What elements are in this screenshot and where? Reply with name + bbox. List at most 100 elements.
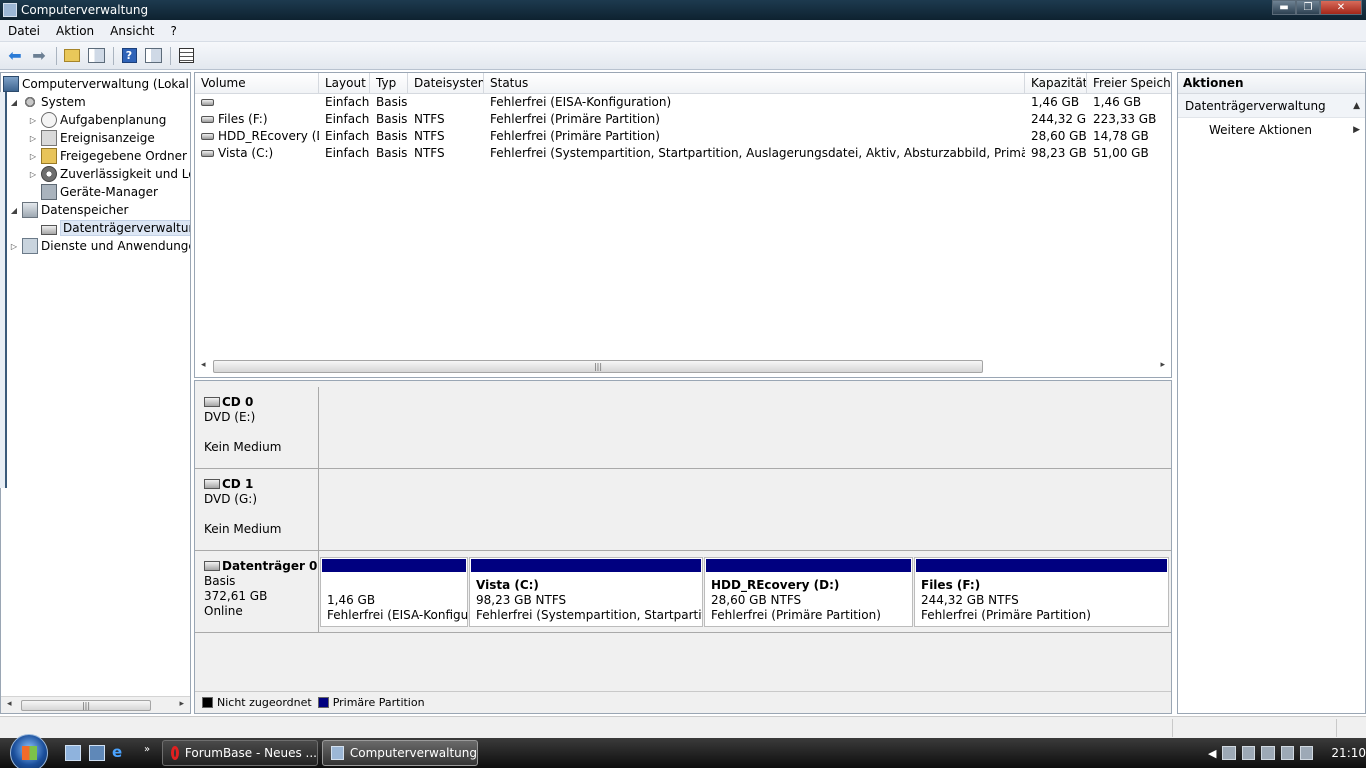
menu-help[interactable]: ? (162, 20, 184, 42)
table-row[interactable]: HDD_REcovery (D:) Einfach Basis NTFS Feh… (195, 128, 1171, 145)
column-header-dateisystem[interactable]: Dateisystem (408, 73, 484, 94)
collapse-icon[interactable]: ◢ (9, 98, 19, 107)
action-weitere-aktionen[interactable]: Weitere Aktionen ▶ (1178, 118, 1365, 142)
start-button[interactable] (10, 734, 48, 768)
column-header-typ[interactable]: Typ (370, 73, 408, 94)
show-hide-tree-button[interactable] (85, 45, 107, 67)
column-header-status[interactable]: Status (484, 73, 1025, 94)
switch-windows-icon[interactable] (89, 745, 105, 761)
column-header-layout[interactable]: Layout (319, 73, 370, 94)
show-desktop-icon[interactable] (65, 745, 81, 761)
disk-row-cd1[interactable]: CD 1 DVD (G:) Kein Medium (195, 469, 1171, 551)
tree-item-system[interactable]: ◢ System (9, 93, 86, 111)
scrollbar-thumb[interactable]: ||| (21, 700, 151, 711)
quicklaunch-more-icon[interactable]: » (144, 744, 160, 760)
scroll-left-icon[interactable]: ◂ (7, 699, 12, 709)
scroll-right-icon[interactable]: ▸ (1160, 360, 1165, 370)
power-icon[interactable] (1261, 746, 1275, 760)
volume-status: Fehlerfrei (EISA-Konfiguration) (490, 95, 672, 109)
internet-explorer-icon[interactable]: e (112, 743, 128, 761)
partition-files[interactable]: Files (F:) 244,32 GB NTFS Fehlerfrei (Pr… (914, 557, 1169, 627)
tree-item-ereignisanzeige[interactable]: ▷ Ereignisanzeige (28, 129, 155, 147)
scrollbar-thumb[interactable]: ||| (213, 360, 983, 373)
disk-info-line (204, 425, 318, 440)
tree-item-aufgabenplanung[interactable]: ▷ Aufgabenplanung (28, 111, 166, 129)
sync-icon[interactable] (1241, 746, 1256, 760)
volume-type: Basis (376, 129, 408, 143)
expand-icon[interactable]: ▷ (28, 152, 38, 161)
volume-free-space: 14,78 GB (1093, 129, 1149, 143)
partition-status: Fehlerfrei (Primäre Partition) (921, 608, 1091, 622)
properties-button[interactable] (175, 45, 197, 67)
maximize-button[interactable]: ❐ (1296, 0, 1320, 15)
computer-management-icon (331, 746, 344, 760)
expand-icon[interactable]: ▷ (28, 134, 38, 143)
taskbar-button-computerverwaltung[interactable]: Computerverwaltung (322, 740, 478, 766)
table-row[interactable]: Einfach Basis Fehlerfrei (EISA-Konfigura… (195, 94, 1171, 111)
tree-horizontal-scrollbar[interactable]: ◂ ||| ▸ (1, 696, 190, 713)
collapse-icon[interactable]: ◢ (9, 206, 19, 215)
disk-management-icon (41, 224, 57, 235)
disk-graphical-view: CD 0 DVD (E:) Kein Medium CD 1 DVD (G:) … (194, 380, 1172, 714)
network-icon[interactable] (1280, 746, 1295, 760)
partition-name: HDD_REcovery (D:) (711, 578, 840, 592)
menu-aktion[interactable]: Aktion (48, 20, 102, 42)
disk-label[interactable]: CD 0 DVD (E:) Kein Medium (195, 387, 319, 468)
disk-row-cd0[interactable]: CD 0 DVD (E:) Kein Medium (195, 387, 1171, 469)
hard-disk-icon (204, 561, 220, 571)
partition-size: 98,23 GB NTFS (476, 593, 567, 607)
collapse-up-icon[interactable]: ▲ (1353, 94, 1360, 118)
column-header-volume[interactable]: Volume (195, 73, 319, 94)
tree-item-datentraegerverwaltung[interactable]: Datenträgerverwaltung (41, 219, 190, 237)
tree-item-geraete-manager[interactable]: Geräte-Manager (41, 183, 158, 201)
forward-button[interactable]: ➡ (28, 45, 50, 67)
tree-item-zuverlaessigkeit[interactable]: ▷ Zuverlässigkeit und Leis (28, 165, 190, 183)
disk-label[interactable]: Datenträger 0 Basis 372,61 GB Online (195, 551, 319, 632)
volume-horizontal-scrollbar[interactable]: ◂ ||| ▸ (195, 358, 1171, 374)
minimize-button[interactable]: ▬ (1272, 0, 1296, 15)
partition-size: 28,60 GB NTFS (711, 593, 802, 607)
actions-section-datentraegerverwaltung[interactable]: Datenträgerverwaltung ▲ (1178, 94, 1365, 118)
menu-ansicht[interactable]: Ansicht (102, 20, 162, 42)
help-button[interactable]: ? (118, 45, 140, 67)
volume-filesystem: NTFS (414, 112, 445, 126)
actions-pane: Aktionen Datenträgerverwaltung ▲ Weitere… (1177, 72, 1366, 714)
show-hide-action-pane-button[interactable] (142, 45, 164, 67)
table-row[interactable]: Vista (C:) Einfach Basis NTFS Fehlerfrei… (195, 145, 1171, 162)
column-header-kapazitaet[interactable]: Kapazität (1025, 73, 1087, 94)
disk-name: CD 0 (222, 395, 254, 409)
display-icon[interactable] (1222, 746, 1236, 760)
clock[interactable]: 21:10 (1331, 746, 1366, 760)
folder-up-button[interactable] (61, 45, 83, 67)
disk-row-datentraeger-0[interactable]: Datenträger 0 Basis 372,61 GB Online 1,4… (195, 551, 1171, 633)
show-hidden-icons-button[interactable]: ◀ (1208, 747, 1216, 760)
tree-item-label: Computerverwaltung (Lokal) (22, 77, 191, 91)
legend-item: Primäre Partition (317, 696, 425, 709)
toolbar-separator (56, 46, 57, 65)
partition-hdd-recovery[interactable]: HDD_REcovery (D:) 28,60 GB NTFS Fehlerfr… (704, 557, 913, 627)
tree-item-datenspeicher[interactable]: ◢ Datenspeicher (9, 201, 128, 219)
partition-eisa[interactable]: 1,46 GB Fehlerfrei (EISA-Konfigura (320, 557, 468, 627)
disk-label[interactable]: CD 1 DVD (G:) Kein Medium (195, 469, 319, 550)
column-header-freier-speicher[interactable]: Freier Speicher (1087, 73, 1171, 94)
partition-vista[interactable]: Vista (C:) 98,23 GB NTFS Fehlerfrei (Sys… (469, 557, 703, 627)
table-row[interactable]: Files (F:) Einfach Basis NTFS Fehlerfrei… (195, 111, 1171, 128)
tree-item-computerverwaltung[interactable]: Computerverwaltung (Lokal) (3, 75, 191, 93)
expand-icon[interactable]: ▷ (28, 116, 38, 125)
tree-item-freigegebene-ordner[interactable]: ▷ Freigegebene Ordner (28, 147, 187, 165)
menu-datei[interactable]: Datei (0, 20, 48, 42)
volume-filesystem: NTFS (414, 129, 445, 143)
expand-icon[interactable]: ▷ (9, 242, 19, 251)
services-icon (22, 238, 38, 254)
back-button[interactable]: ⬅ (4, 45, 26, 67)
action-label: Weitere Aktionen (1209, 123, 1312, 137)
tree-item-dienste-und-anwendungen[interactable]: ▷ Dienste und Anwendungen (9, 237, 190, 255)
close-button[interactable]: ✕ (1320, 0, 1362, 15)
volume-icon[interactable] (1300, 746, 1314, 760)
legend-item: Nicht zugeordnet (202, 696, 312, 709)
taskbar-button-opera[interactable]: ForumBase - Neues ... (162, 740, 318, 766)
expand-icon[interactable]: ▷ (28, 170, 38, 179)
scroll-left-icon[interactable]: ◂ (201, 360, 206, 370)
partition-size: 1,46 GB (327, 593, 376, 607)
scroll-right-icon[interactable]: ▸ (179, 699, 184, 709)
